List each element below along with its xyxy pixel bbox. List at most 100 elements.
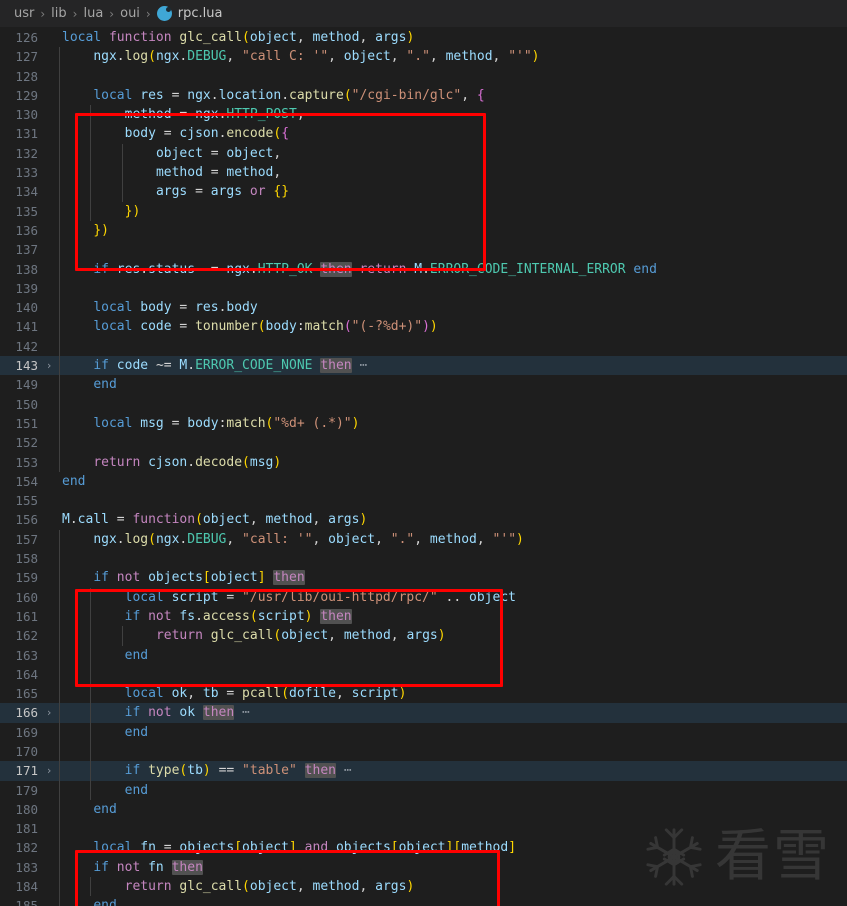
code-text[interactable]: local fn = objects[object] and objects[o… — [58, 838, 847, 858]
code-line[interactable]: 137 — [0, 240, 847, 260]
code-line[interactable]: 153 return cjson.decode(msg) — [0, 452, 847, 472]
code-text[interactable]: if not objects[object] then — [58, 568, 847, 588]
code-line[interactable]: 171 › if type(tb) == "table" then ⋯ — [0, 761, 847, 781]
code-line[interactable]: 140 local body = res.body — [0, 298, 847, 318]
code-line[interactable]: 165 local ok, tb = pcall(dofile, script) — [0, 684, 847, 704]
code-text[interactable]: body = cjson.encode({ — [58, 124, 847, 144]
code-line[interactable]: 128 — [0, 66, 847, 86]
code-line[interactable]: 180 end — [0, 799, 847, 820]
code-line[interactable]: 179 end — [0, 780, 847, 800]
fold-chevron-icon[interactable]: › — [40, 703, 58, 722]
code-line[interactable]: 133 method = method, — [0, 163, 847, 183]
code-text[interactable]: return glc_call(object, method, args) — [58, 877, 847, 897]
code-line[interactable]: 135 }) — [0, 201, 847, 221]
code-text[interactable]: if not fn then — [58, 857, 847, 878]
code-text[interactable]: local function glc_call(object, method, … — [58, 28, 847, 47]
breadcrumb-item-lua[interactable]: lua — [83, 6, 103, 21]
code-text[interactable] — [58, 240, 847, 260]
code-text[interactable]: M.call = function(object, method, args) — [58, 510, 847, 529]
code-line[interactable]: 184 return glc_call(object, method, args… — [0, 877, 847, 897]
code-text[interactable]: return glc_call(object, method, args) — [58, 626, 847, 646]
code-text[interactable] — [58, 664, 847, 685]
code-line[interactable]: 127 ngx.log(ngx.DEBUG, "call C: '", obje… — [0, 47, 847, 67]
code-text[interactable] — [58, 394, 847, 414]
code-line[interactable]: 157 ngx.log(ngx.DEBUG, "call: '", object… — [0, 529, 847, 550]
code-line[interactable]: 150 — [0, 394, 847, 414]
code-line[interactable]: 170 — [0, 741, 847, 762]
code-text[interactable]: end — [58, 799, 847, 820]
code-text[interactable]: method = method, — [58, 163, 847, 183]
code-line[interactable]: 132 object = object, — [0, 143, 847, 164]
code-text[interactable]: end — [58, 780, 847, 800]
code-line[interactable]: 151 local msg = body:match("%d+ (.*)") — [0, 413, 847, 434]
code-line[interactable]: 142 — [0, 336, 847, 357]
code-text[interactable]: if not ok then ⋯ — [58, 703, 847, 723]
code-line[interactable]: 136 }) — [0, 220, 847, 241]
code-text[interactable]: local msg = body:match("%d+ (.*)") — [58, 413, 847, 434]
code-text[interactable]: end — [58, 722, 847, 742]
code-line[interactable]: 161 if not fs.access(script) then — [0, 606, 847, 627]
code-text[interactable]: ngx.log(ngx.DEBUG, "call: '", object, ".… — [58, 529, 847, 550]
code-line[interactable]: 159 if not objects[object] then — [0, 568, 847, 588]
code-line[interactable]: 160 local script = "/usr/lib/oui-httpd/r… — [0, 587, 847, 607]
code-line[interactable]: 152 — [0, 433, 847, 453]
code-text[interactable]: method = ngx.HTTP_POST, — [58, 105, 847, 125]
fold-chevron-icon[interactable]: › — [40, 356, 58, 375]
code-text[interactable] — [58, 741, 847, 762]
code-text[interactable]: ngx.log(ngx.DEBUG, "call C: '", object, … — [58, 47, 847, 67]
code-text[interactable] — [58, 278, 847, 299]
code-text[interactable]: args = args or {} — [58, 182, 847, 202]
breadcrumb-item-oui[interactable]: oui — [120, 6, 140, 21]
code-editor[interactable]: 126 local function glc_call(object, metho… — [0, 28, 847, 906]
code-line[interactable]: 163 end — [0, 645, 847, 665]
code-text[interactable]: local res = ngx.location.capture("/cgi-b… — [58, 85, 847, 106]
code-text[interactable] — [58, 66, 847, 86]
code-text[interactable]: local ok, tb = pcall(dofile, script) — [58, 684, 847, 704]
breadcrumb[interactable]: usr › lib › lua › oui › rpc.lua — [0, 0, 847, 28]
code-text[interactable] — [58, 433, 847, 453]
breadcrumb-item-usr[interactable]: usr — [14, 6, 34, 21]
code-text[interactable]: end — [58, 472, 847, 491]
fold-chevron-icon[interactable]: › — [40, 761, 58, 780]
code-text[interactable]: local code = tonumber(body:match("(-?%d+… — [58, 317, 847, 337]
code-line[interactable]: 129 local res = ngx.location.capture("/c… — [0, 85, 847, 106]
code-text[interactable]: }) — [58, 220, 847, 241]
code-line[interactable]: 130 method = ngx.HTTP_POST, — [0, 105, 847, 125]
code-line[interactable]: 155 — [0, 491, 847, 510]
code-line[interactable]: 134 args = args or {} — [0, 182, 847, 202]
code-text[interactable] — [58, 549, 847, 569]
code-line[interactable]: 141 local code = tonumber(body:match("(-… — [0, 317, 847, 337]
code-line[interactable]: 185 end — [0, 896, 847, 906]
code-line[interactable]: 143 › if code ~= M.ERROR_CODE_NONE then ⋯ — [0, 356, 847, 376]
code-text[interactable]: end — [58, 645, 847, 665]
code-line[interactable]: 169 end — [0, 722, 847, 742]
code-line[interactable]: 138 if res.status ~= ngx.HTTP_OK then re… — [0, 259, 847, 279]
code-text[interactable] — [58, 491, 847, 510]
code-line[interactable]: 162 return glc_call(object, method, args… — [0, 626, 847, 646]
code-line[interactable]: 131 body = cjson.encode({ — [0, 124, 847, 144]
breadcrumb-item-file[interactable]: rpc.lua — [156, 6, 222, 21]
code-text[interactable]: local body = res.body — [58, 298, 847, 318]
code-text[interactable]: if type(tb) == "table" then ⋯ — [58, 761, 847, 781]
code-text[interactable]: return cjson.decode(msg) — [58, 452, 847, 472]
code-line[interactable]: 139 — [0, 278, 847, 299]
code-line[interactable]: 164 — [0, 664, 847, 685]
code-text[interactable]: if not fs.access(script) then — [58, 606, 847, 627]
code-text[interactable]: end — [58, 896, 847, 906]
code-lines-container[interactable]: 126 local function glc_call(object, metho… — [0, 28, 847, 906]
code-text[interactable]: end — [58, 375, 847, 395]
code-line[interactable]: 149 end — [0, 375, 847, 395]
code-line[interactable]: 158 — [0, 549, 847, 569]
code-line[interactable]: 166 › if not ok then ⋯ — [0, 703, 847, 723]
code-text[interactable]: if res.status ~= ngx.HTTP_OK then return… — [58, 259, 847, 279]
code-line[interactable]: 126 local function glc_call(object, metho… — [0, 28, 847, 47]
code-text[interactable]: }) — [58, 201, 847, 221]
code-text[interactable] — [58, 336, 847, 357]
code-text[interactable] — [58, 819, 847, 839]
code-line[interactable]: 156 M.call = function(object, method, arg… — [0, 510, 847, 529]
code-line[interactable]: 183 if not fn then — [0, 857, 847, 878]
code-text[interactable]: if code ~= M.ERROR_CODE_NONE then ⋯ — [58, 356, 847, 376]
code-line[interactable]: 182 local fn = objects[object] and objec… — [0, 838, 847, 858]
breadcrumb-item-lib[interactable]: lib — [51, 6, 66, 21]
code-line[interactable]: 154 end — [0, 472, 847, 491]
